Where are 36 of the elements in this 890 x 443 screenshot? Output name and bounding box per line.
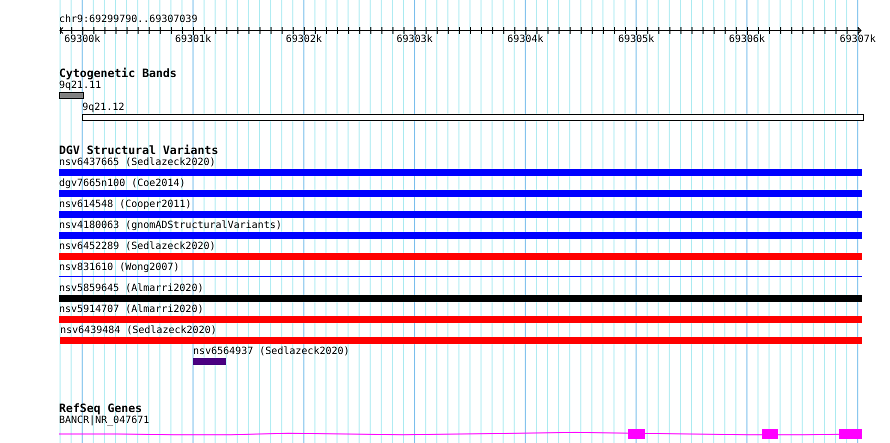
- track-title: DGV Structural Variants: [59, 144, 220, 157]
- variant-label: nsv5859645 (Almarri2020): [59, 283, 204, 295]
- variant-label: nsv6437665 (Sedlazeck2020): [59, 157, 216, 169]
- band-bar[interactable]: [82, 114, 864, 121]
- tick-label: 69303k: [396, 34, 433, 46]
- variant-label: nsv6564937 (Sedlazeck2020): [193, 346, 350, 358]
- tick-label: 69305k: [618, 34, 654, 46]
- variant-bar[interactable]: [59, 253, 862, 260]
- variant-label: nsv614548 (Cooper2011): [59, 199, 192, 211]
- variant-bar[interactable]: [59, 190, 862, 197]
- variant-label: nsv6452289 (Sedlazeck2020): [59, 241, 216, 253]
- variant-label: nsv5914707 (Almarri2020): [59, 304, 204, 316]
- tick-label: 69301k: [174, 34, 212, 46]
- tick-label: 69302k: [286, 34, 322, 46]
- tick-label: 69307k: [840, 34, 876, 46]
- band-label: 9q21.12: [82, 102, 124, 114]
- variant-label: nsv831610 (Wong2007): [59, 262, 180, 274]
- variant-bar[interactable]: [59, 295, 862, 302]
- tick-label: 69306k: [728, 34, 765, 46]
- tick-label: 69304k: [507, 34, 544, 46]
- variant-bar[interactable]: [59, 232, 862, 239]
- variant-bar[interactable]: [59, 211, 862, 218]
- variant-bar[interactable]: [60, 337, 862, 344]
- gene-drawing[interactable]: [59, 427, 862, 441]
- variant-bar[interactable]: [59, 169, 862, 176]
- track-title: RefSeq Genes: [59, 402, 144, 415]
- region-label: chr9:69299790..69307039: [59, 14, 198, 26]
- tick-label: 69300k: [64, 34, 100, 46]
- variant-bar[interactable]: [193, 358, 226, 365]
- band-label: 9q21.11: [59, 80, 102, 92]
- variant-bar[interactable]: [59, 316, 862, 323]
- variant-label: nsv6439484 (Sedlazeck2020): [60, 325, 217, 337]
- variant-label: nsv4180063 (gnomADStructuralVariants): [59, 220, 282, 232]
- gene-label: BANCR|NR_047671: [59, 415, 150, 427]
- variant-label: dgv7665n100 (Coe2014): [59, 178, 186, 190]
- track-title: Cytogenetic Bands: [59, 67, 178, 80]
